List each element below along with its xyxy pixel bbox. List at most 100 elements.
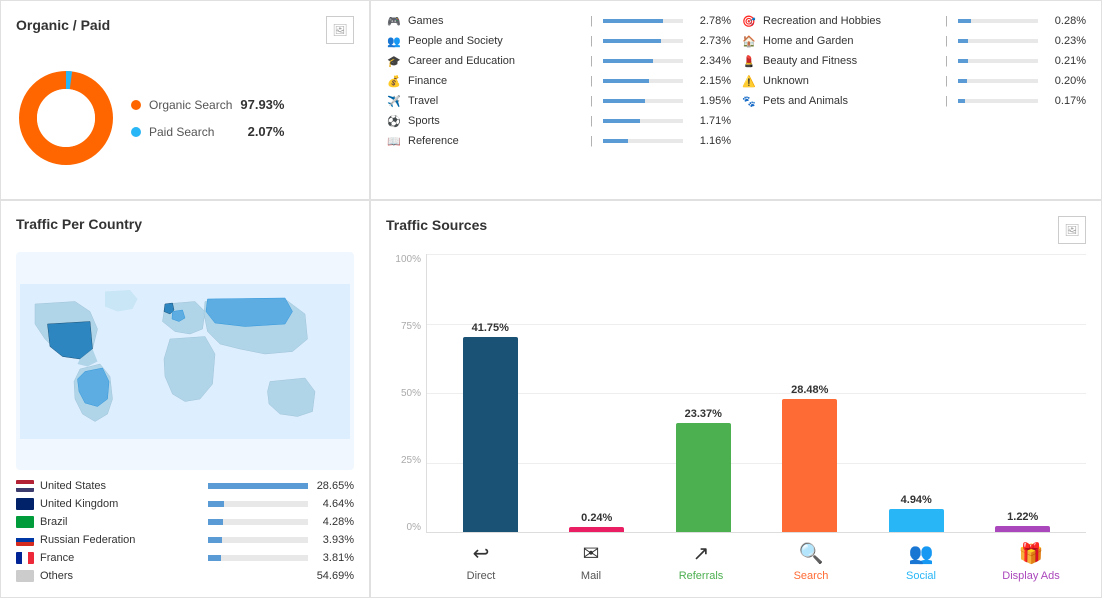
sources-title: Traffic Sources: [386, 217, 487, 233]
country-bar: [208, 483, 308, 489]
cat-bar: [958, 59, 968, 63]
source-label: Display Ads: [1002, 570, 1059, 582]
cat-bar: [603, 79, 649, 83]
category-row: 🎓 Career and Education | 2.34%: [386, 51, 731, 71]
country-flag: [16, 552, 34, 564]
cat-bar: [958, 39, 968, 43]
bar-group: 0.24%: [544, 512, 651, 532]
cat-name: Recreation and Hobbies: [763, 15, 939, 27]
cat-icon: ✈️: [386, 93, 402, 109]
bar: [995, 526, 1050, 532]
cat-bar-wrap: [958, 79, 1038, 83]
country-flag: [16, 570, 34, 582]
country-name: United States: [40, 480, 202, 492]
cat-bar-wrap: [603, 119, 683, 123]
source-icon: 👥: [909, 541, 934, 566]
country-pct: 4.28%: [314, 516, 354, 528]
cat-pct: 0.28%: [1048, 15, 1086, 27]
cat-name: Unknown: [763, 75, 939, 87]
download-sources-icon[interactable]: 🖼: [1058, 216, 1086, 244]
source-item: ↗ Referrals: [646, 541, 756, 582]
y-100: 100%: [395, 254, 421, 265]
source-label: Social: [906, 570, 936, 582]
cat-bar: [603, 139, 628, 143]
cat-bar-divider: |: [590, 75, 593, 87]
donut-chart: [16, 68, 116, 168]
cat-bar-divider: |: [945, 35, 948, 47]
sources-panel: Traffic Sources 🖼 100% 75% 50% 25% 0%: [370, 200, 1102, 598]
country-name: Brazil: [40, 516, 202, 528]
category-row: 🎮 Games | 2.78%: [386, 11, 731, 31]
cat-pct: 2.34%: [693, 55, 731, 67]
bar-value-label: 1.22%: [1007, 511, 1038, 523]
cat-name: Home and Garden: [763, 35, 939, 47]
bar: [569, 527, 624, 532]
cat-name: People and Society: [408, 35, 584, 47]
organic-label: Organic Search: [149, 98, 232, 112]
country-flag: [16, 498, 34, 510]
country-pct: 3.81%: [314, 552, 354, 564]
cat-icon: 📖: [386, 133, 402, 149]
country-row: United Kingdom 4.64%: [16, 498, 354, 510]
world-map: [16, 252, 354, 470]
organic-legend-item: Organic Search 97.93%: [131, 97, 284, 112]
bar-group: 1.22%: [970, 511, 1077, 532]
bar-value-label: 4.94%: [901, 494, 932, 506]
country-pct: 4.64%: [314, 498, 354, 510]
country-name: Russian Federation: [40, 534, 202, 546]
cat-pct: 2.78%: [693, 15, 731, 27]
cat-pct: 0.21%: [1048, 55, 1086, 67]
cat-name: Travel: [408, 95, 584, 107]
cat-bar-wrap: [603, 99, 683, 103]
country-bar: [208, 555, 221, 561]
chart-area: 100% 75% 50% 25% 0% 41.75%0.24%23.37%28.…: [386, 254, 1086, 582]
cat-pct: 2.73%: [693, 35, 731, 47]
cat-bar-divider: |: [590, 95, 593, 107]
cat-bar-divider: |: [945, 55, 948, 67]
country-bar: [208, 501, 224, 507]
source-icon: ✉: [583, 541, 600, 566]
country-name: United Kingdom: [40, 498, 202, 510]
cat-icon: 🎮: [386, 13, 402, 29]
categories-right: 🎯 Recreation and Hobbies | 0.28% 🏠 Home …: [741, 11, 1086, 189]
cat-bar-wrap: [603, 79, 683, 83]
country-name: France: [40, 552, 202, 564]
source-label: Search: [794, 570, 829, 582]
organic-paid-title: Organic / Paid: [16, 17, 110, 33]
bar-value-label: 28.48%: [791, 384, 828, 396]
cat-bar: [603, 59, 653, 63]
cat-bar-wrap: [958, 59, 1038, 63]
cat-bar-divider: |: [590, 35, 593, 47]
paid-dot: [131, 127, 141, 137]
category-row: 🏠 Home and Garden | 0.23%: [741, 31, 1086, 51]
cat-icon: 🐾: [741, 93, 757, 109]
bar-value-label: 0.24%: [581, 512, 612, 524]
cat-name: Finance: [408, 75, 584, 87]
country-row: Brazil 4.28%: [16, 516, 354, 528]
sources-header: Traffic Sources 🖼: [386, 216, 1086, 244]
categories-left: 🎮 Games | 2.78% 👥 People and Society | 2…: [386, 11, 731, 189]
cat-bar-divider: |: [590, 135, 593, 147]
source-icon: 🔍: [799, 541, 824, 566]
country-bar-wrap: [208, 537, 308, 543]
source-item: 👥 Social: [866, 541, 976, 582]
country-row: United States 28.65%: [16, 480, 354, 492]
cat-icon: 🏠: [741, 33, 757, 49]
source-label: Mail: [581, 570, 601, 582]
cat-bar: [958, 79, 967, 83]
country-title: Traffic Per Country: [16, 216, 354, 232]
source-icon: ↗: [693, 541, 710, 566]
cat-name: Career and Education: [408, 55, 584, 67]
y-25: 25%: [401, 455, 421, 466]
cat-icon: 🎓: [386, 53, 402, 69]
source-label: Referrals: [679, 570, 724, 582]
cat-bar-wrap: [603, 139, 683, 143]
bar-group: 4.94%: [863, 494, 970, 532]
download-icon[interactable]: 🖼: [326, 16, 354, 44]
cat-bar-wrap: [603, 39, 683, 43]
organic-dot: [131, 100, 141, 110]
country-row: France 3.81%: [16, 552, 354, 564]
category-row: ⚽ Sports | 1.71%: [386, 111, 731, 131]
cat-name: Pets and Animals: [763, 95, 939, 107]
country-pct: 28.65%: [314, 480, 354, 492]
